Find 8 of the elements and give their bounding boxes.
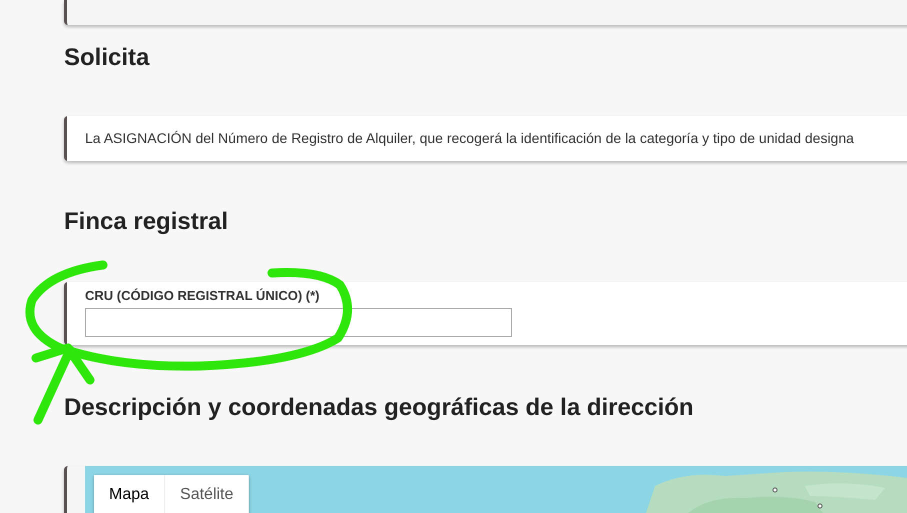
section-heading: Solicita bbox=[64, 43, 150, 73]
section-heading: Descripción y coordenadas geográficas de la dirección bbox=[64, 393, 695, 423]
map-type-tab[interactable]: Satélite bbox=[165, 475, 250, 513]
map-type-tab[interactable]: Mapa bbox=[94, 475, 166, 513]
section-heading: Finca registral bbox=[64, 207, 230, 237]
cru-input-field[interactable] bbox=[85, 308, 512, 337]
field-label: CRU (CÓDIGO REGISTRAL ÚNICO) (*) bbox=[85, 288, 320, 303]
request-text: La ASIGNACIÓN del Número de Registro de Alquiler, que recogerá la identificación de la categoría y tipo de unidad designa bbox=[85, 129, 855, 148]
